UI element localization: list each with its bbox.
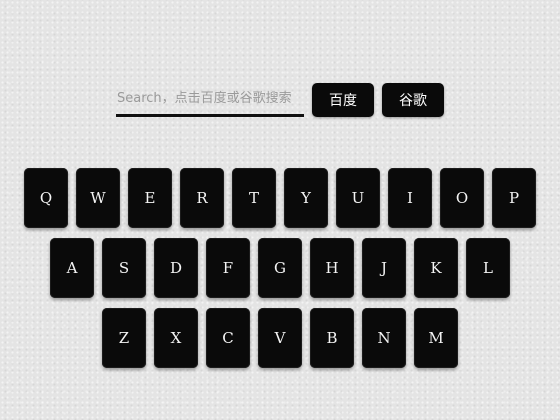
key-w[interactable]: W bbox=[76, 168, 120, 228]
keyboard-row-1: Q W E R T Y U I O P bbox=[0, 168, 560, 228]
key-m[interactable]: M bbox=[414, 308, 458, 368]
key-u[interactable]: U bbox=[336, 168, 380, 228]
key-f[interactable]: F bbox=[206, 238, 250, 298]
key-b[interactable]: B bbox=[310, 308, 354, 368]
key-z[interactable]: Z bbox=[102, 308, 146, 368]
key-o[interactable]: O bbox=[440, 168, 484, 228]
key-n[interactable]: N bbox=[362, 308, 406, 368]
key-s[interactable]: S bbox=[102, 238, 146, 298]
baidu-search-button[interactable]: 百度 bbox=[312, 83, 374, 117]
key-r[interactable]: R bbox=[180, 168, 224, 228]
key-x[interactable]: X bbox=[154, 308, 198, 368]
google-search-button[interactable]: 谷歌 bbox=[382, 83, 444, 117]
key-l[interactable]: L bbox=[466, 238, 510, 298]
search-bar: 百度 谷歌 bbox=[116, 83, 444, 119]
key-t[interactable]: T bbox=[232, 168, 276, 228]
virtual-keyboard: Q W E R T Y U I O P A S D F G H J K L Z … bbox=[0, 168, 560, 378]
key-g[interactable]: G bbox=[258, 238, 302, 298]
key-e[interactable]: E bbox=[128, 168, 172, 228]
key-v[interactable]: V bbox=[258, 308, 302, 368]
key-j[interactable]: J bbox=[362, 238, 406, 298]
keyboard-row-2: A S D F G H J K L bbox=[0, 238, 560, 298]
key-h[interactable]: H bbox=[310, 238, 354, 298]
key-q[interactable]: Q bbox=[24, 168, 68, 228]
key-c[interactable]: C bbox=[206, 308, 250, 368]
key-a[interactable]: A bbox=[50, 238, 94, 298]
key-p[interactable]: P bbox=[492, 168, 536, 228]
keyboard-row-3: Z X C V B N M bbox=[0, 308, 560, 368]
key-k[interactable]: K bbox=[414, 238, 458, 298]
key-d[interactable]: D bbox=[154, 238, 198, 298]
key-y[interactable]: Y bbox=[284, 168, 328, 228]
key-i[interactable]: I bbox=[388, 168, 432, 228]
search-input[interactable] bbox=[116, 83, 304, 117]
